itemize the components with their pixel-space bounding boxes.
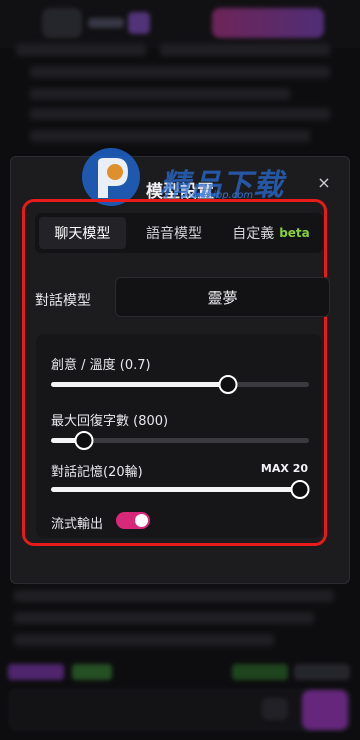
model-select[interactable]: 靈夢 [115,277,330,317]
tab-label: 語音模型 [145,226,202,242]
tab-chat-model[interactable]: 聊天模型 [39,217,126,249]
max-chars-slider[interactable] [51,431,309,450]
streaming-toggle[interactable] [116,512,150,529]
tab-label: 聊天模型 [54,226,111,242]
memory-slider[interactable] [51,480,310,499]
tab-voice-model[interactable]: 語音模型 [126,217,222,249]
streaming-label: 流式輸出 [51,517,104,532]
creativity-label: 創意 / 溫度 (0.7) [51,358,151,373]
slider-thumb[interactable] [74,431,94,450]
max-chars-label: 最大回復字數 (800) [51,414,169,429]
model-tabs: 聊天模型 語音模型 自定義 beta [35,213,323,253]
settings-panel: 創意 / 溫度 (0.7) 最大回復字數 (800) 對話記憶(20輪) MAX… [36,334,322,538]
tab-label: 自定義 [232,226,275,242]
memory-label: 對話記憶(20輪) [51,465,143,480]
close-icon[interactable]: × [313,171,335,193]
slider-fill [51,382,228,387]
slider-fill [51,487,300,492]
model-label: 對話模型 [35,293,91,309]
memory-max-label: MAX 20 [260,462,308,475]
slider-thumb[interactable] [290,480,310,499]
creativity-slider[interactable] [51,375,309,394]
tab-custom[interactable]: 自定義 beta [222,217,319,249]
toggle-knob [135,514,148,527]
model-select-value: 靈夢 [207,288,238,307]
slider-thumb[interactable] [218,375,238,394]
beta-badge: beta [279,226,310,240]
